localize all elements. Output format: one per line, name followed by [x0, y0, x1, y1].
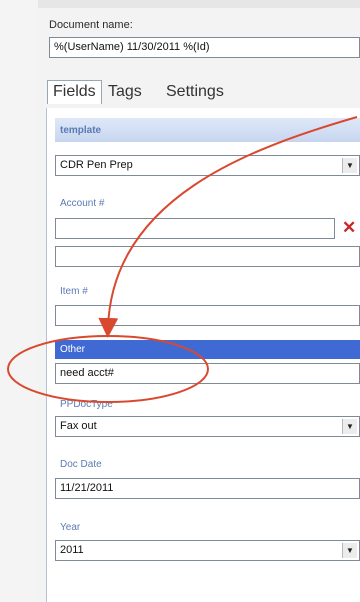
document-name-label: Document name: — [49, 19, 133, 31]
item-label: Item # — [60, 286, 88, 297]
chevron-down-icon[interactable]: ▼ — [342, 158, 357, 173]
ppdoctype-dropdown[interactable]: Fax out ▼ — [55, 416, 360, 437]
tab-fields[interactable]: Fields — [47, 80, 102, 104]
document-name-field[interactable]: %(UserName) 11/30/2011 %(Id) — [49, 37, 360, 58]
template-value: CDR Pen Prep — [60, 159, 133, 171]
window-top-edge — [38, 0, 360, 8]
template-dropdown[interactable]: CDR Pen Prep ▼ — [55, 155, 360, 176]
account-label: Account # — [60, 198, 105, 209]
account-field-2[interactable] — [55, 246, 360, 267]
doc-date-label: Doc Date — [60, 459, 102, 470]
other-field[interactable]: need acct# — [55, 363, 360, 384]
item-field[interactable] — [55, 305, 360, 326]
window-left-edge — [0, 0, 39, 602]
other-label: Other — [60, 344, 86, 355]
year-value: 2011 — [60, 544, 84, 556]
ppdoctype-value: Fax out — [60, 420, 97, 432]
chevron-down-icon[interactable]: ▼ — [342, 543, 357, 558]
x-icon[interactable]: ✕ — [342, 218, 356, 238]
year-dropdown[interactable]: 2011 ▼ — [55, 540, 360, 561]
tab-tags[interactable]: Tags — [108, 83, 142, 101]
ppdoctype-label: PPDocType — [60, 399, 113, 410]
template-label: template — [60, 125, 102, 136]
doc-date-field[interactable]: 11/21/2011 — [55, 478, 360, 499]
chevron-down-icon[interactable]: ▼ — [342, 419, 357, 434]
tab-settings[interactable]: Settings — [166, 83, 224, 101]
year-label: Year — [60, 522, 81, 533]
other-section-header — [55, 340, 360, 359]
account-field[interactable] — [55, 218, 335, 239]
